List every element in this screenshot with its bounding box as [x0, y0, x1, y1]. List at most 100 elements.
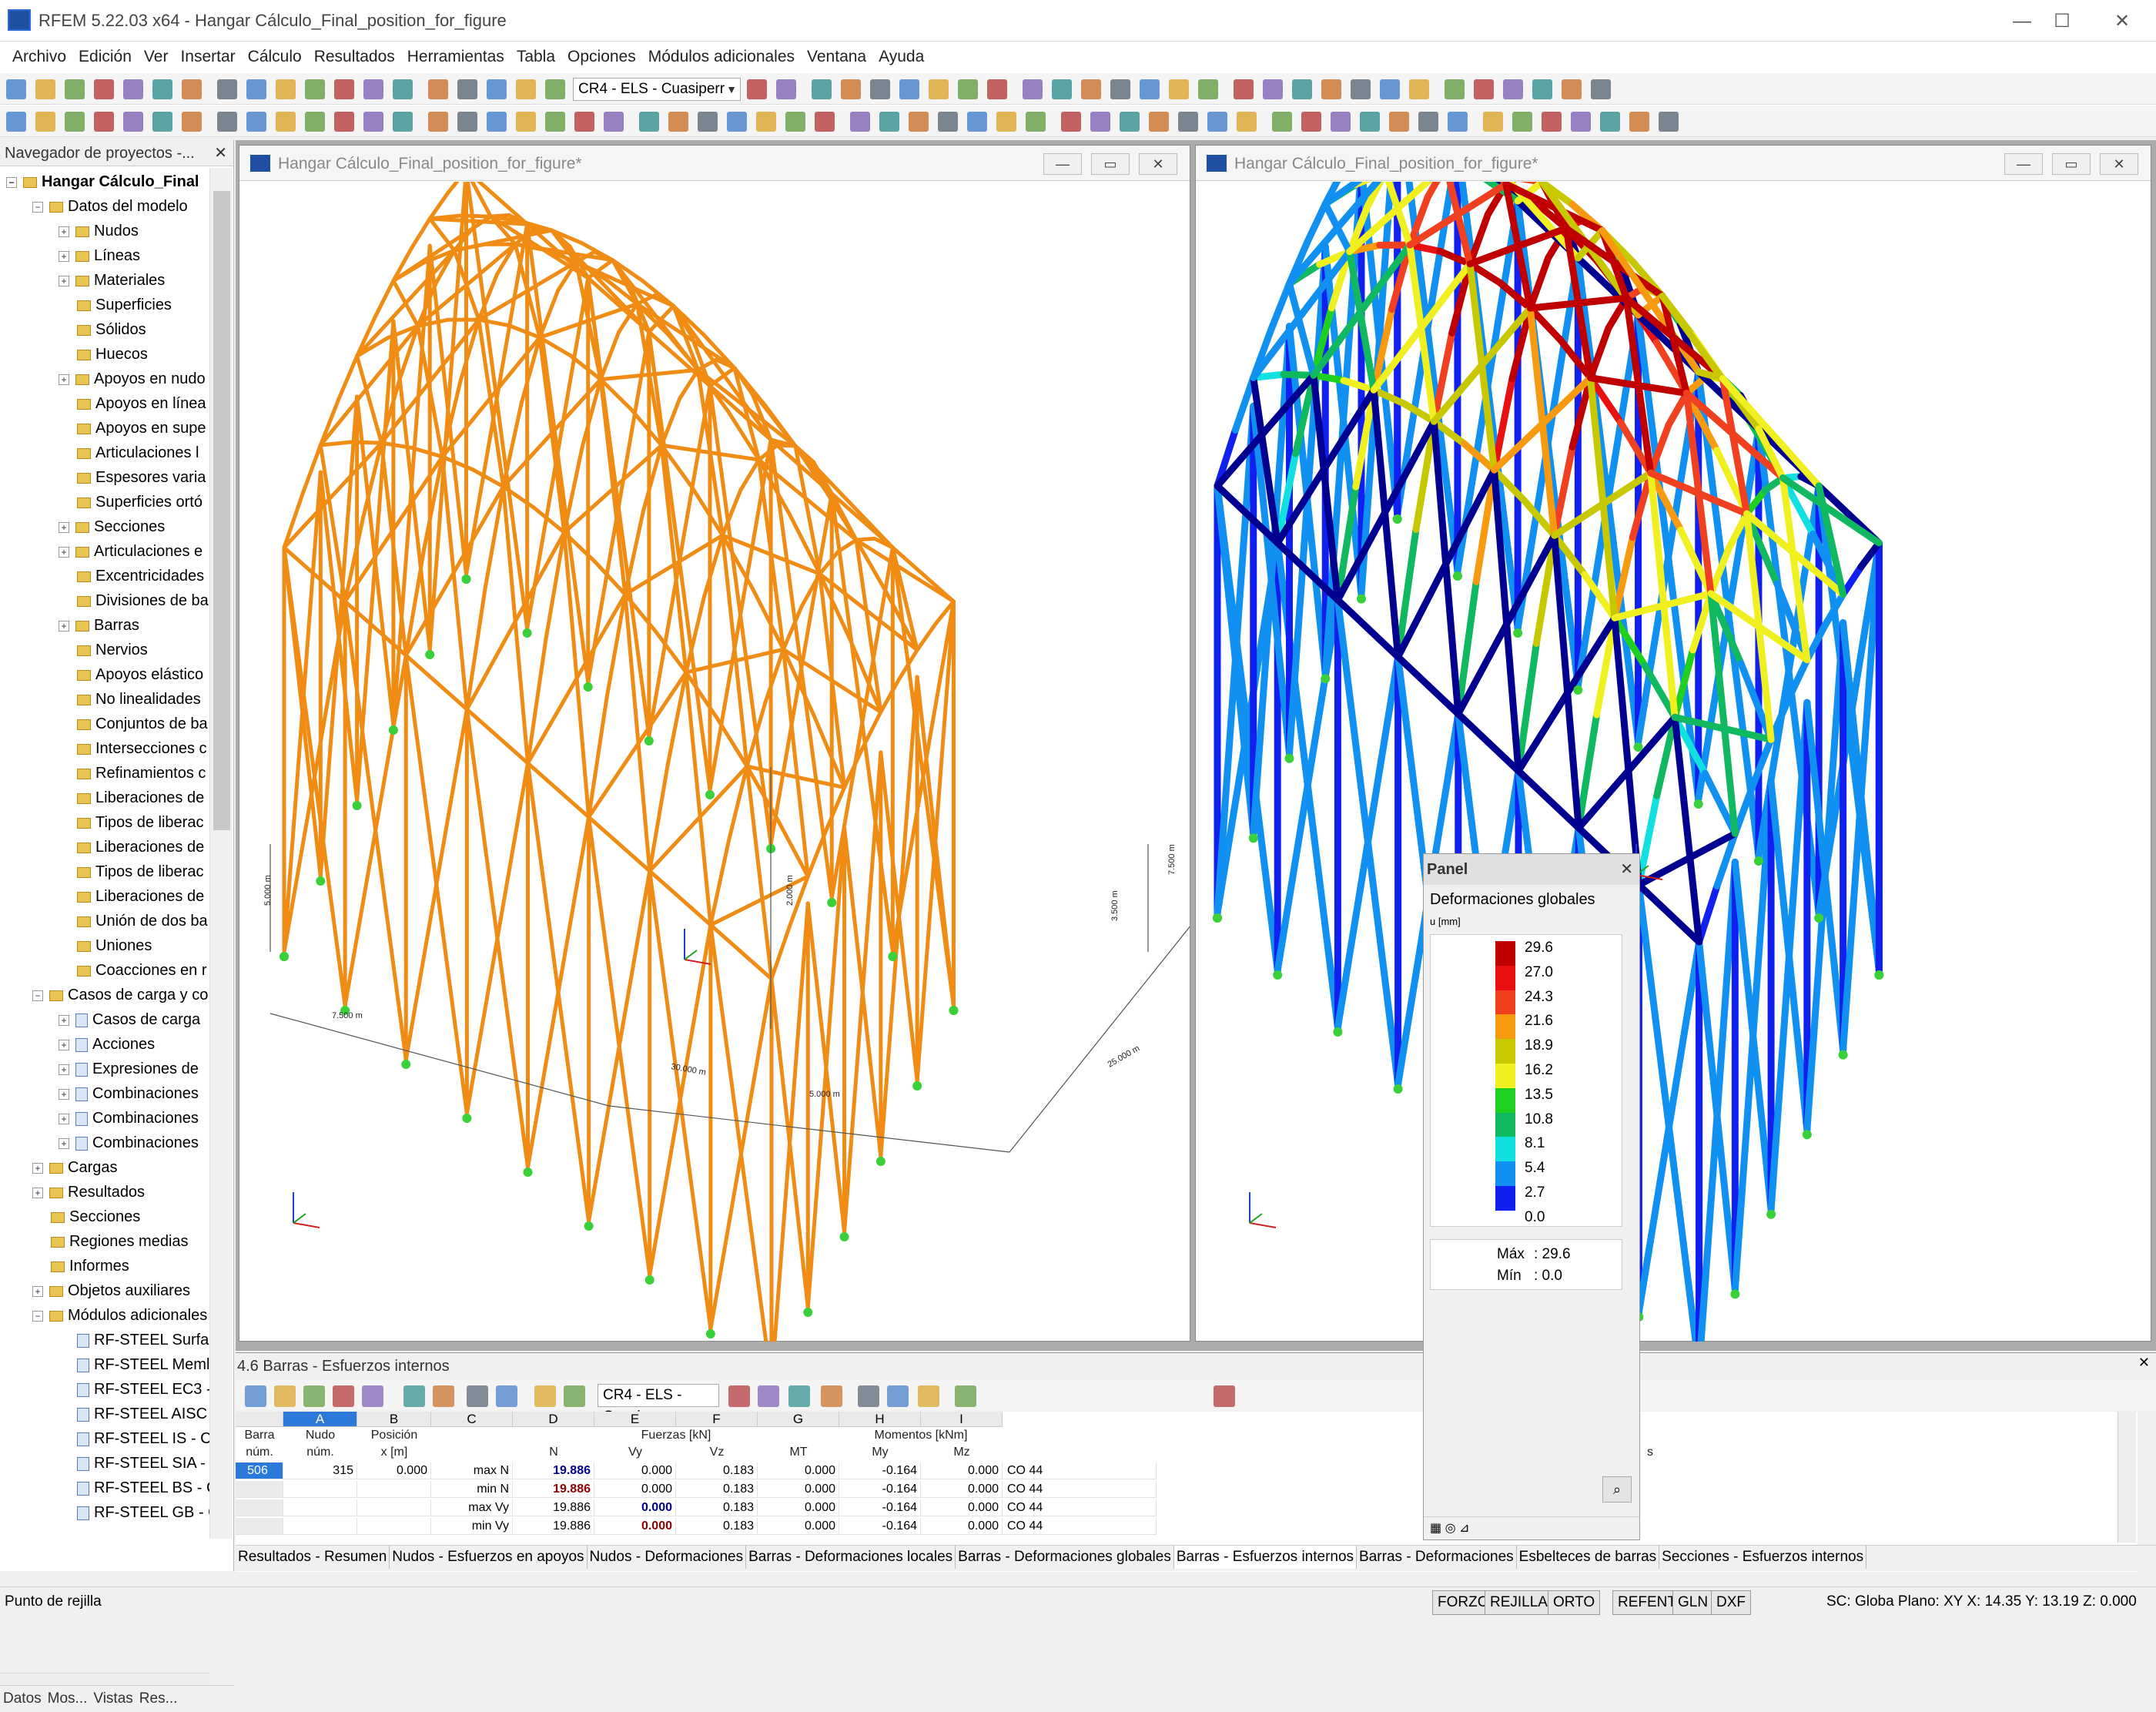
table-cell[interactable]: 0.183 — [676, 1481, 758, 1498]
nav-tree-item[interactable]: Huecos — [59, 342, 148, 367]
table-cell[interactable]: 0.000 — [921, 1518, 1003, 1535]
nav-tree-item[interactable]: RF-STEEL Surfac — [59, 1328, 209, 1352]
toolbar-button-icon[interactable] — [1237, 112, 1257, 132]
expand-icon[interactable]: + — [59, 226, 69, 237]
toolbar-button-icon[interactable] — [815, 112, 835, 132]
toolbar-button-icon[interactable] — [1532, 79, 1552, 99]
column-letter-F[interactable]: F — [676, 1412, 758, 1427]
toolbar-button-icon[interactable] — [1331, 112, 1351, 132]
results-toolbar-icon[interactable] — [821, 1385, 842, 1407]
expand-icon[interactable]: + — [32, 1188, 43, 1198]
structure-wireframe-canvas[interactable]: 7.500 m5.000 m30.000 m2.000 m3.500 m7.50… — [239, 182, 1190, 1342]
toolbar-button-icon[interactable] — [1110, 79, 1130, 99]
deformation-result-canvas[interactable] — [1196, 182, 2151, 1342]
rfem-app-icon[interactable] — [8, 9, 31, 31]
table-cell[interactable]: 19.886 — [513, 1462, 594, 1479]
collapse-icon[interactable]: − — [32, 202, 43, 213]
scrollbar-thumb[interactable] — [213, 191, 230, 830]
table-cell[interactable]: -0.164 — [839, 1499, 921, 1516]
toolbar-button-icon[interactable] — [516, 79, 536, 99]
toolbar-button-icon[interactable] — [123, 112, 143, 132]
table-cell[interactable]: 0.000 — [594, 1481, 676, 1498]
table-cell[interactable] — [236, 1481, 283, 1498]
expand-icon[interactable]: + — [59, 547, 69, 558]
toolbar-button-icon[interactable] — [1272, 112, 1292, 132]
table-cell[interactable]: 19.886 — [513, 1499, 594, 1516]
nav-tree-item[interactable]: +Nudos — [59, 219, 139, 243]
nav-tree-item[interactable]: Liberaciones de — [59, 786, 204, 810]
menu-tabla[interactable]: Tabla — [511, 42, 561, 72]
toolbar-button-icon[interactable] — [246, 112, 266, 132]
table-cell[interactable] — [236, 1499, 283, 1516]
expand-icon[interactable]: + — [59, 1089, 69, 1100]
toolbar-button-icon[interactable] — [776, 79, 796, 99]
toolbar-button-icon[interactable] — [1090, 112, 1110, 132]
results-tab[interactable]: Resultados - Resumen — [236, 1546, 390, 1569]
nav-tab-mostrar[interactable]: Mos... — [45, 1686, 91, 1712]
toolbar-button-icon[interactable] — [334, 112, 354, 132]
toolbar-button-icon[interactable] — [1026, 112, 1046, 132]
table-cell[interactable] — [357, 1518, 431, 1535]
nav-tree-item[interactable]: −Datos del modelo — [32, 194, 188, 219]
toolbar-button-icon[interactable] — [1542, 112, 1562, 132]
snap-dxf-button[interactable]: DXF — [1711, 1590, 1751, 1615]
toolbar-button-icon[interactable] — [217, 79, 237, 99]
toolbar-button-icon[interactable] — [1198, 79, 1218, 99]
table-cell[interactable] — [357, 1499, 431, 1516]
expand-icon[interactable]: + — [59, 1015, 69, 1026]
toolbar-button-icon[interactable] — [516, 112, 536, 132]
toolbar-button-icon[interactable] — [1591, 79, 1611, 99]
table-cell[interactable]: max Vy — [431, 1499, 513, 1516]
table-cell[interactable]: -0.164 — [839, 1481, 921, 1498]
toolbar-button-icon[interactable] — [1023, 79, 1043, 99]
nav-tree-item[interactable]: RF-STEEL BS - C — [59, 1476, 209, 1500]
view-maximize-button[interactable]: ▭ — [2052, 153, 2091, 175]
zoom-search-icon[interactable]: ⌕ — [1602, 1476, 1632, 1503]
nav-tree-item[interactable]: Secciones — [32, 1204, 140, 1229]
table-cell[interactable]: 0.183 — [676, 1499, 758, 1516]
toolbar-button-icon[interactable] — [938, 112, 958, 132]
toolbar-button-icon[interactable] — [756, 112, 776, 132]
toolbar-button-icon[interactable] — [929, 79, 949, 99]
toolbar-button-icon[interactable] — [363, 79, 383, 99]
table-cell[interactable] — [236, 1518, 283, 1535]
toolbar-button-icon[interactable] — [305, 79, 325, 99]
nav-tree-item[interactable]: +Combinaciones — [59, 1131, 199, 1155]
view-close-button[interactable]: ✕ — [1139, 153, 1177, 175]
toolbar-button-icon[interactable] — [1659, 112, 1679, 132]
toolbar-button-icon[interactable] — [1120, 112, 1140, 132]
expand-icon[interactable]: + — [59, 1040, 69, 1050]
minimize-button[interactable]: — — [1999, 6, 2045, 37]
results-toolbar-icon[interactable] — [1214, 1385, 1235, 1407]
view-close-button[interactable]: ✕ — [2100, 153, 2138, 175]
collapse-icon[interactable]: − — [6, 177, 17, 188]
nav-tree-item[interactable]: +Secciones — [59, 514, 165, 539]
nav-tree-item[interactable]: No linealidades — [59, 687, 201, 712]
toolbar-button-icon[interactable] — [305, 112, 325, 132]
nav-tree-item[interactable]: −Módulos adicionales — [32, 1303, 207, 1328]
nav-tree-item[interactable]: +Objetos auxiliares — [32, 1278, 190, 1303]
toolbar-button-icon[interactable] — [1178, 112, 1198, 132]
nav-tree-item[interactable]: RF-STEEL EC3 - — [59, 1377, 209, 1402]
nav-tree-item[interactable]: +Acciones — [59, 1032, 155, 1057]
table-cell[interactable]: 315 — [283, 1462, 357, 1479]
nav-tree-item[interactable]: Refinamientos c — [59, 761, 206, 786]
nav-tree-item[interactable]: RF-STEEL GB - C — [59, 1500, 209, 1525]
toolbar-button-icon[interactable] — [1081, 79, 1101, 99]
nav-tree-item[interactable]: +Líneas — [59, 243, 140, 268]
column-letter-B[interactable]: B — [357, 1412, 431, 1427]
snap-gln-button[interactable]: GLN — [1672, 1590, 1713, 1615]
snap-rejilla-button[interactable]: REJILLA — [1485, 1590, 1553, 1615]
toolbar-button-icon[interactable] — [487, 112, 507, 132]
toolbar-button-icon[interactable] — [879, 112, 899, 132]
collapse-icon[interactable]: − — [32, 1311, 43, 1322]
toolbar-button-icon[interactable] — [841, 79, 861, 99]
snap-orto-button[interactable]: ORTO — [1548, 1590, 1600, 1615]
nav-tree-item[interactable]: Sólidos — [59, 317, 146, 342]
toolbar-button-icon[interactable] — [1292, 79, 1312, 99]
table-cell[interactable] — [357, 1481, 431, 1498]
toolbar-button-icon[interactable] — [1418, 112, 1438, 132]
nav-tree-item[interactable]: +Barras — [59, 613, 139, 638]
nav-tree-item[interactable]: Articulaciones l — [59, 441, 199, 465]
toolbar-button-icon[interactable] — [246, 79, 266, 99]
